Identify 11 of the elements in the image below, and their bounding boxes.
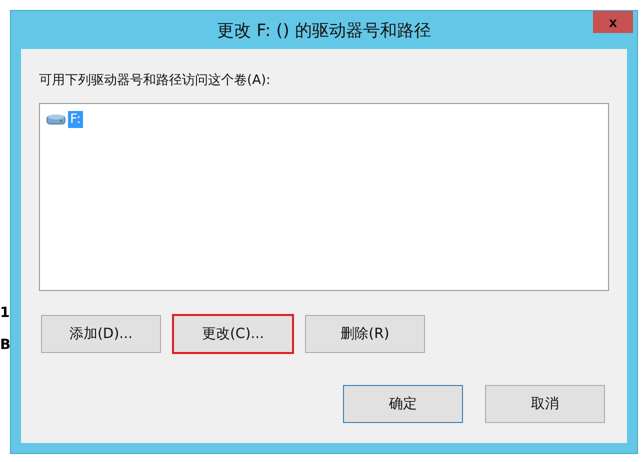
list-label: 可用下列驱动器号和路径访问这个卷(A):: [39, 72, 272, 89]
action-button[interactable]: 更改(C)...: [173, 315, 293, 353]
action-button[interactable]: 删除(R): [305, 315, 425, 353]
action-button[interactable]: 添加(D)...: [41, 315, 161, 353]
dialog-button[interactable]: 取消: [485, 385, 605, 423]
close-button[interactable]: x: [593, 11, 633, 33]
drive-icon: [46, 113, 66, 125]
background-text: B: [0, 337, 12, 353]
background-text: 1: [0, 305, 11, 321]
dialog-button[interactable]: 确定: [343, 385, 463, 423]
window-title: 更改 F: () 的驱动器号和路径: [217, 20, 431, 42]
